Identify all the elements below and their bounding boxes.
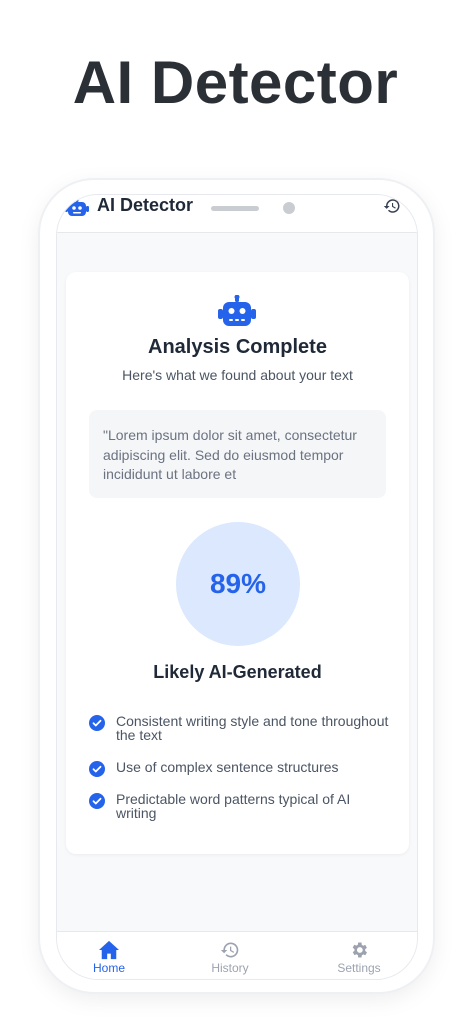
app-screen: AI Detector Analysis Complete Here's wha… [56, 194, 418, 980]
hero-title: AI Detector [72, 49, 399, 116]
nav-label-history: History [211, 961, 249, 975]
reason-item: Use of complex sentence structures [89, 759, 389, 777]
reason-text: Predictable word patterns typical of AI … [116, 791, 351, 821]
reason-item: Predictable word patterns typical of AI … [89, 792, 389, 820]
home-icon [99, 940, 119, 960]
phone-speaker [211, 206, 259, 211]
reason-text: Use of complex sentence structures [116, 759, 339, 775]
app-header: AI Detector [57, 195, 417, 233]
score-value: 89% [209, 568, 267, 599]
text-preview: "Lorem ipsum dolor sit amet, consectetur… [89, 410, 386, 498]
bottom-nav: Home History Settings [57, 931, 417, 979]
verdict-label: Likely AI-Generated [153, 662, 322, 682]
reason-text: Consistent writing style and tone throug… [116, 713, 389, 743]
check-circle-icon [89, 793, 105, 809]
score-circle: 89% [176, 522, 300, 646]
app-title: AI Detector [97, 195, 194, 215]
robot-icon [218, 295, 256, 326]
analysis-subtitle: Here's what we found about your text [122, 367, 353, 383]
robot-logo-icon [65, 198, 89, 216]
history-icon[interactable] [383, 197, 401, 215]
reason-item: Consistent writing style and tone throug… [89, 714, 389, 742]
reasons-list: Consistent writing style and tone throug… [89, 714, 389, 838]
check-circle-icon [89, 761, 105, 777]
nav-item-home[interactable]: Home [69, 940, 149, 975]
nav-item-settings[interactable]: Settings [319, 940, 399, 975]
nav-label-home: Home [92, 961, 125, 975]
analysis-title: Analysis Complete [148, 336, 327, 358]
history-icon [220, 942, 239, 958]
nav-label-settings: Settings [337, 961, 381, 975]
gear-icon [352, 942, 367, 958]
check-circle-icon [89, 715, 105, 731]
phone-camera [283, 202, 295, 214]
analysis-card: Analysis Complete Here's what we found a… [66, 272, 409, 854]
nav-item-history[interactable]: History [190, 940, 270, 975]
